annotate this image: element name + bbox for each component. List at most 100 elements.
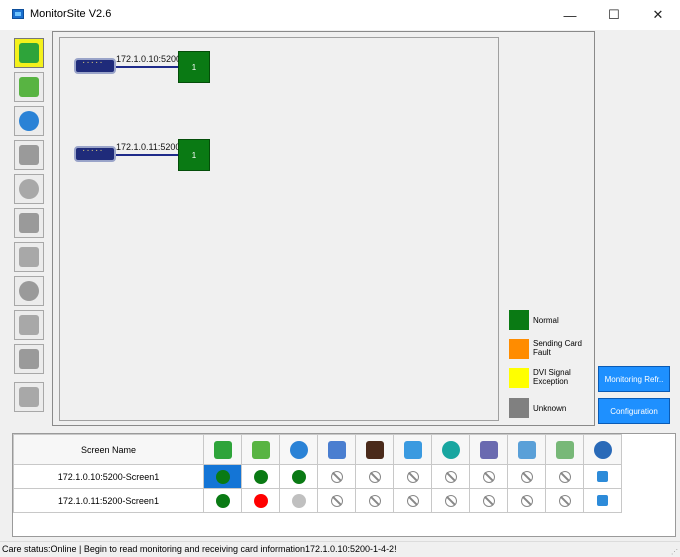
configuration-button[interactable]: Configuration (598, 398, 670, 424)
not-available-icon (330, 470, 343, 483)
status-cell[interactable] (393, 464, 432, 489)
door-icon (517, 440, 536, 459)
resize-grip-icon[interactable]: ⋰ (671, 548, 678, 556)
voltage-column-header (431, 434, 470, 465)
fire-column-header (355, 434, 394, 465)
fire-tool-button[interactable] (14, 208, 44, 238)
not-available-icon (444, 470, 457, 483)
status-cell[interactable] (393, 488, 432, 513)
status-cell[interactable] (317, 488, 356, 513)
magnet-tool-button[interactable] (14, 310, 44, 340)
door-tool-button[interactable] (14, 344, 44, 374)
magnet-icon (19, 315, 39, 335)
table-row[interactable]: 172.1.0.10:5200-Screen1 (13, 464, 622, 489)
connection-line (116, 66, 178, 68)
globe-icon (593, 440, 612, 459)
not-available-icon (558, 494, 571, 507)
fan-tool-button[interactable] (14, 242, 44, 272)
screen-name-cell[interactable]: 172.1.0.10:5200-Screen1 (13, 464, 204, 489)
status-cell[interactable] (317, 464, 356, 489)
legend-label: Sending Card Fault (533, 339, 582, 357)
legend-swatch (509, 310, 529, 330)
refresh-cell[interactable] (583, 464, 622, 489)
status-cell[interactable] (507, 488, 546, 513)
temperature-tool-button[interactable] (14, 106, 44, 136)
status-cell[interactable] (279, 464, 318, 489)
receiver-node[interactable]: 1 (178, 139, 210, 171)
legend-label: Normal (533, 316, 559, 325)
fire-icon (365, 440, 384, 459)
title-bar: MonitorSite V2.6 — ☐ ✕ (0, 0, 680, 30)
topology-canvas: 172.1.0.10:5200 1 172.1.0.11:5200 1 (59, 37, 499, 421)
maximize-button[interactable]: ☐ (592, 0, 636, 30)
legend-swatch (509, 398, 529, 418)
status-cell[interactable] (469, 464, 508, 489)
voltage-icon (441, 440, 460, 459)
not-available-icon (482, 494, 495, 507)
not-available-icon (520, 494, 533, 507)
not-available-icon (482, 470, 495, 483)
status-bar: Care status:Online | Begin to read monit… (0, 541, 680, 557)
humidity-icon (327, 440, 346, 459)
door-icon (19, 349, 39, 369)
status-dot-green (253, 469, 268, 484)
status-cell[interactable] (431, 488, 470, 513)
minimize-button[interactable]: — (548, 0, 592, 30)
topology-panel: 172.1.0.10:5200 1 172.1.0.11:5200 1 Norm… (52, 31, 595, 426)
legend-swatch (509, 368, 529, 388)
sending-card-tool-button[interactable] (14, 38, 44, 68)
status-cell[interactable] (355, 488, 394, 513)
main-window: MonitorSite V2.6 — ☐ ✕ 172.1.0.10:5200 1… (0, 0, 680, 557)
fan-icon (19, 247, 39, 267)
sending-card-icon (213, 440, 232, 459)
status-cell[interactable] (545, 464, 584, 489)
receiving-card-icon (19, 77, 39, 97)
legend-label: DVI Signal Exception (533, 368, 571, 386)
module-column-header (545, 434, 584, 465)
status-cell[interactable] (279, 488, 318, 513)
screen-name-header: Screen Name (13, 434, 204, 465)
module-tool-button[interactable] (14, 382, 44, 412)
receiver-node[interactable]: 1 (178, 51, 210, 83)
magnet-column-header (469, 434, 508, 465)
serial-port-icon (74, 57, 116, 74)
receiving-card-tool-button[interactable] (14, 72, 44, 102)
status-cell[interactable] (241, 464, 280, 489)
refresh-cell[interactable] (583, 488, 622, 513)
status-cell[interactable] (507, 464, 546, 489)
sending-card-icon (19, 43, 39, 63)
fire-icon (19, 213, 39, 233)
status-text: Care status:Online | Begin to read monit… (2, 544, 397, 554)
close-button[interactable]: ✕ (636, 0, 680, 30)
smoke-tool-button[interactable] (14, 174, 44, 204)
humidity-icon (19, 145, 39, 165)
table-row[interactable]: 172.1.0.11:5200-Screen1 (13, 488, 622, 513)
not-available-icon (368, 494, 381, 507)
link-ip-label: 172.1.0.10:5200 (116, 54, 182, 64)
temperature-column-header (279, 434, 318, 465)
refresh-icon[interactable] (597, 495, 608, 507)
status-dot-gray (291, 493, 306, 508)
status-cell[interactable] (203, 464, 242, 489)
status-cell[interactable] (355, 464, 394, 489)
refresh-icon[interactable] (597, 471, 608, 483)
not-available-icon (406, 470, 419, 483)
receiving-card-icon (251, 440, 270, 459)
status-cell[interactable] (431, 464, 470, 489)
fan-column-header (393, 434, 432, 465)
fan-icon (403, 440, 422, 459)
monitoring-refresh-button[interactable]: Monitoring Refr.. (598, 366, 670, 392)
not-available-icon (330, 494, 343, 507)
window-title: MonitorSite V2.6 (30, 8, 112, 20)
temperature-icon (289, 440, 308, 459)
status-cell[interactable] (241, 488, 280, 513)
status-cell[interactable] (203, 488, 242, 513)
not-available-icon (406, 494, 419, 507)
status-cell[interactable] (545, 488, 584, 513)
voltage-tool-button[interactable] (14, 276, 44, 306)
status-cell[interactable] (469, 488, 508, 513)
connection-line (116, 154, 178, 156)
humidity-tool-button[interactable] (14, 140, 44, 170)
module-icon (555, 440, 574, 459)
screen-name-cell[interactable]: 172.1.0.11:5200-Screen1 (13, 488, 204, 513)
